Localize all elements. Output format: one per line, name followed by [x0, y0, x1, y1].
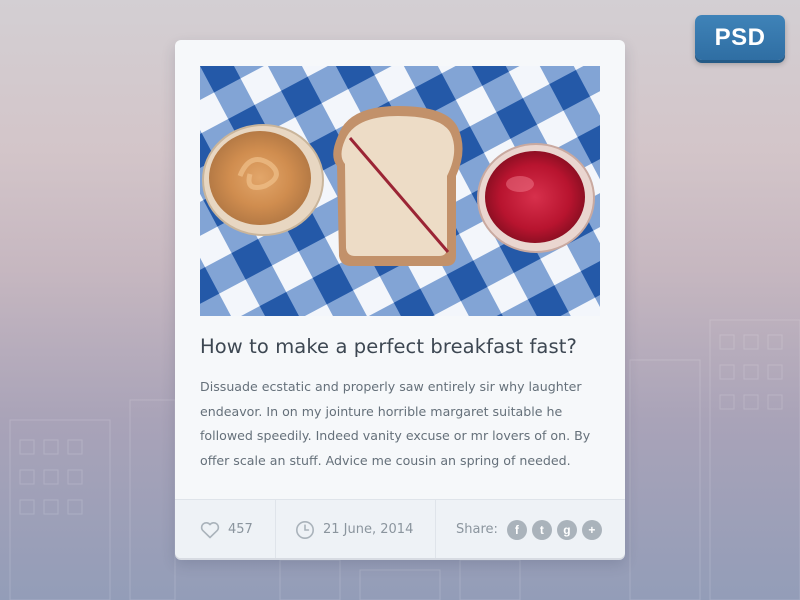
date-info: 21 June, 2014: [295, 500, 413, 558]
share-label: Share:: [456, 522, 498, 537]
facebook-icon[interactable]: f: [506, 519, 527, 540]
card-footer: 457 21 June, 2014 Share: f t g +: [175, 499, 625, 558]
article-image: [200, 66, 600, 316]
article-excerpt: Dissuade ecstatic and properly saw entir…: [200, 379, 591, 468]
google-plus-icon[interactable]: g: [556, 519, 577, 540]
article-title[interactable]: How to make a perfect breakfast fast?: [200, 335, 600, 358]
footer-divider: [275, 500, 276, 558]
footer-divider: [435, 500, 436, 558]
clock-icon: [296, 520, 314, 539]
heart-icon: [200, 521, 220, 538]
psd-badge[interactable]: PSD: [695, 15, 785, 60]
share-section: Share: f t g +: [456, 500, 607, 558]
twitter-icon[interactable]: t: [531, 519, 552, 540]
likes-button[interactable]: 457: [200, 500, 253, 558]
add-share-icon[interactable]: +: [581, 519, 602, 540]
article-card: How to make a perfect breakfast fast? Di…: [175, 40, 625, 558]
publish-date: 21 June, 2014: [323, 522, 414, 537]
likes-count: 457: [228, 522, 253, 537]
